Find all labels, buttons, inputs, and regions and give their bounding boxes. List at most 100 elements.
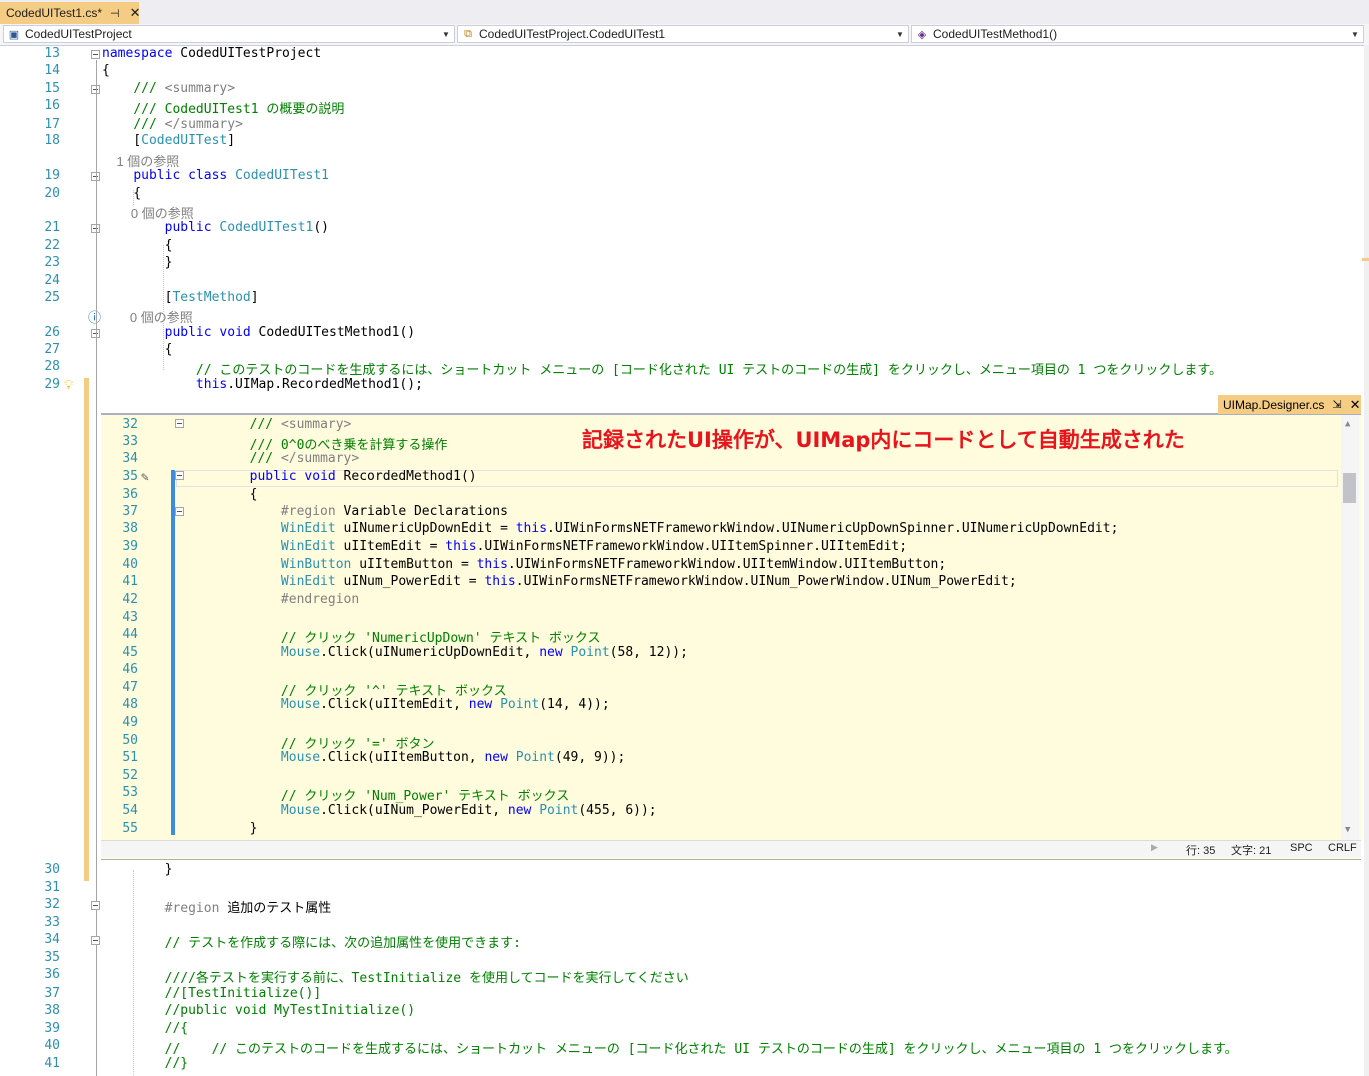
code-line[interactable]: #region 追加のテスト属性 bbox=[102, 897, 332, 916]
status-line: 行: 35 bbox=[1186, 845, 1216, 857]
fold-toggle[interactable] bbox=[91, 936, 100, 945]
code-line[interactable]: } bbox=[102, 862, 173, 877]
class-dropdown[interactable]: ⧉ CodedUITestProject.CodedUITest1 ▼ bbox=[457, 25, 909, 43]
code-line[interactable]: //{ bbox=[102, 1021, 188, 1036]
code-line[interactable]: { bbox=[102, 342, 173, 357]
line-number: 32 bbox=[122, 417, 138, 432]
line-number: 43 bbox=[122, 610, 138, 625]
promote-icon[interactable]: ⇲ bbox=[1332, 398, 1341, 411]
tab-codeduitest1[interactable]: CodedUITest1.cs* ⊣ ✕ bbox=[0, 2, 141, 24]
code-line[interactable]: [CodedUITest] bbox=[102, 133, 235, 148]
line-number: 23 bbox=[44, 255, 60, 270]
line-number: 20 bbox=[44, 186, 60, 201]
line-number: 48 bbox=[122, 697, 138, 712]
fold-toggle[interactable] bbox=[91, 901, 100, 910]
line-number: 40 bbox=[122, 557, 138, 572]
scroll-right-icon[interactable]: ▶ bbox=[1151, 842, 1158, 853]
line-number: 34 bbox=[122, 451, 138, 466]
line-number: 51 bbox=[122, 750, 138, 765]
project-label: CodedUITestProject bbox=[25, 27, 132, 41]
project-dropdown[interactable]: ▣ CodedUITestProject ▼ bbox=[3, 25, 455, 43]
code-line[interactable]: // このテストのコードを生成するには、ショートカット メニューの [コード化さ… bbox=[102, 359, 1222, 378]
lightbulb-icon[interactable]: 💡︎ bbox=[64, 378, 73, 393]
code-line[interactable]: ⓘ 0 個の参照 bbox=[88, 307, 193, 326]
code-line[interactable]: //[TestInitialize()] bbox=[102, 986, 322, 1001]
code-line[interactable]: { bbox=[102, 63, 110, 78]
code-line[interactable]: public void RecordedMethod1() bbox=[187, 469, 477, 484]
line-number: 17 bbox=[44, 117, 60, 132]
line-number: 52 bbox=[122, 768, 138, 783]
indent-guide bbox=[163, 245, 164, 370]
code-line[interactable]: namespace CodedUITestProject bbox=[102, 46, 321, 61]
member-dropdown[interactable]: ◈ CodedUITestMethod1() ▼ bbox=[911, 25, 1364, 43]
code-line[interactable]: { bbox=[102, 186, 141, 201]
line-number: 41 bbox=[44, 1056, 60, 1071]
code-line[interactable]: //} bbox=[102, 1056, 188, 1071]
close-icon[interactable]: ✕ bbox=[130, 5, 141, 21]
line-number: 37 bbox=[122, 504, 138, 519]
code-line[interactable]: /// CodedUITest1 の概要の説明 bbox=[102, 98, 344, 117]
line-number: 38 bbox=[122, 521, 138, 536]
code-line[interactable]: } bbox=[102, 255, 173, 270]
indent-guide bbox=[133, 190, 134, 205]
code-line[interactable]: #region Variable Declarations bbox=[187, 504, 508, 519]
line-number: 15 bbox=[44, 81, 60, 96]
code-line[interactable]: // テストを作成する際には、次の追加属性を使用できます: bbox=[102, 932, 521, 951]
code-line[interactable]: public class CodedUITest1 bbox=[102, 168, 329, 183]
line-number: 13 bbox=[44, 46, 60, 61]
line-number: 21 bbox=[44, 220, 60, 235]
close-icon[interactable]: ✕ bbox=[1350, 397, 1361, 413]
line-number: 18 bbox=[44, 133, 60, 148]
fold-toggle[interactable] bbox=[91, 50, 100, 59]
code-line[interactable]: Mouse.Click(uIItemButton, new Point(49, … bbox=[187, 750, 625, 765]
code-line[interactable]: this.UIMap.RecordedMethod1(); bbox=[102, 377, 423, 392]
pin-icon[interactable]: ⊣ bbox=[110, 7, 120, 20]
scroll-marker bbox=[1362, 258, 1369, 261]
scroll-thumb[interactable] bbox=[1343, 473, 1356, 503]
code-line[interactable]: /// <summary> bbox=[187, 417, 352, 432]
peek-tab[interactable]: UIMap.Designer.cs ⇲ ✕ bbox=[1218, 395, 1361, 414]
code-line[interactable]: { bbox=[102, 238, 173, 253]
info-icon[interactable]: ⓘ bbox=[88, 311, 101, 326]
line-number: 28 bbox=[44, 359, 60, 374]
code-line[interactable]: } bbox=[187, 821, 258, 836]
code-line[interactable]: WinEdit uIItemEdit = this.UIWinFormsNETF… bbox=[187, 539, 907, 554]
code-line[interactable]: // // このテストのコードを生成するには、ショートカット メニューの [コー… bbox=[102, 1038, 1238, 1057]
code-line[interactable]: Mouse.Click(uINumericUpDownEdit, new Poi… bbox=[187, 645, 688, 660]
code-line[interactable]: Mouse.Click(uINum_PowerEdit, new Point(4… bbox=[187, 803, 657, 818]
code-line[interactable]: // クリック 'Num_Power' テキスト ボックス bbox=[187, 785, 569, 804]
status-eol[interactable]: CRLF bbox=[1328, 842, 1357, 854]
code-line[interactable]: Mouse.Click(uIItemEdit, new Point(14, 4)… bbox=[187, 697, 610, 712]
code-line[interactable]: //public void MyTestInitialize() bbox=[102, 1003, 415, 1018]
code-line[interactable]: /// </summary> bbox=[187, 451, 360, 466]
fold-toggle[interactable] bbox=[175, 471, 184, 480]
code-line[interactable]: /// </summary> bbox=[102, 117, 243, 132]
code-line[interactable]: /// <summary> bbox=[102, 81, 235, 96]
code-line[interactable]: [TestMethod] bbox=[102, 290, 259, 305]
code-line[interactable]: public CodedUITest1() bbox=[102, 220, 329, 235]
line-number: 41 bbox=[122, 574, 138, 589]
code-line[interactable]: WinEdit uINumericUpDownEdit = this.UIWin… bbox=[187, 521, 1118, 536]
fold-toggle[interactable] bbox=[175, 507, 184, 516]
scroll-up-icon[interactable]: ▲ bbox=[1345, 419, 1350, 429]
scrollbar-right[interactable] bbox=[1364, 45, 1369, 1076]
scroll-down-icon[interactable]: ▼ bbox=[1345, 825, 1350, 835]
peek-status-bar: ▶ 行: 35 文字: 21 SPC CRLF bbox=[101, 840, 1361, 857]
class-label: CodedUITestProject.CodedUITest1 bbox=[479, 27, 666, 41]
peek-scrollbar[interactable]: ▲ ▼ bbox=[1341, 415, 1359, 840]
code-line[interactable]: ////各テストを実行する前に、TestInitialize を使用してコードを… bbox=[102, 967, 689, 986]
class-icon: ⧉ bbox=[464, 27, 472, 40]
code-line[interactable]: // クリック 'NumericUpDown' テキスト ボックス bbox=[187, 627, 601, 646]
code-line[interactable]: { bbox=[187, 487, 258, 502]
line-number: 25 bbox=[44, 290, 60, 305]
fold-toggle[interactable] bbox=[175, 419, 184, 428]
code-line[interactable]: WinEdit uINum_PowerEdit = this.UIWinForm… bbox=[187, 574, 1017, 589]
status-whitespace[interactable]: SPC bbox=[1290, 842, 1313, 854]
line-number: 36 bbox=[122, 487, 138, 502]
code-line[interactable]: #endregion bbox=[187, 592, 359, 607]
line-number: 34 bbox=[44, 932, 60, 947]
code-line[interactable]: WinButton uIItemButton = this.UIWinForms… bbox=[187, 557, 946, 572]
code-line[interactable]: public void CodedUITestMethod1() bbox=[102, 325, 415, 340]
line-number: 33 bbox=[44, 915, 60, 930]
line-number: 24 bbox=[44, 273, 60, 288]
